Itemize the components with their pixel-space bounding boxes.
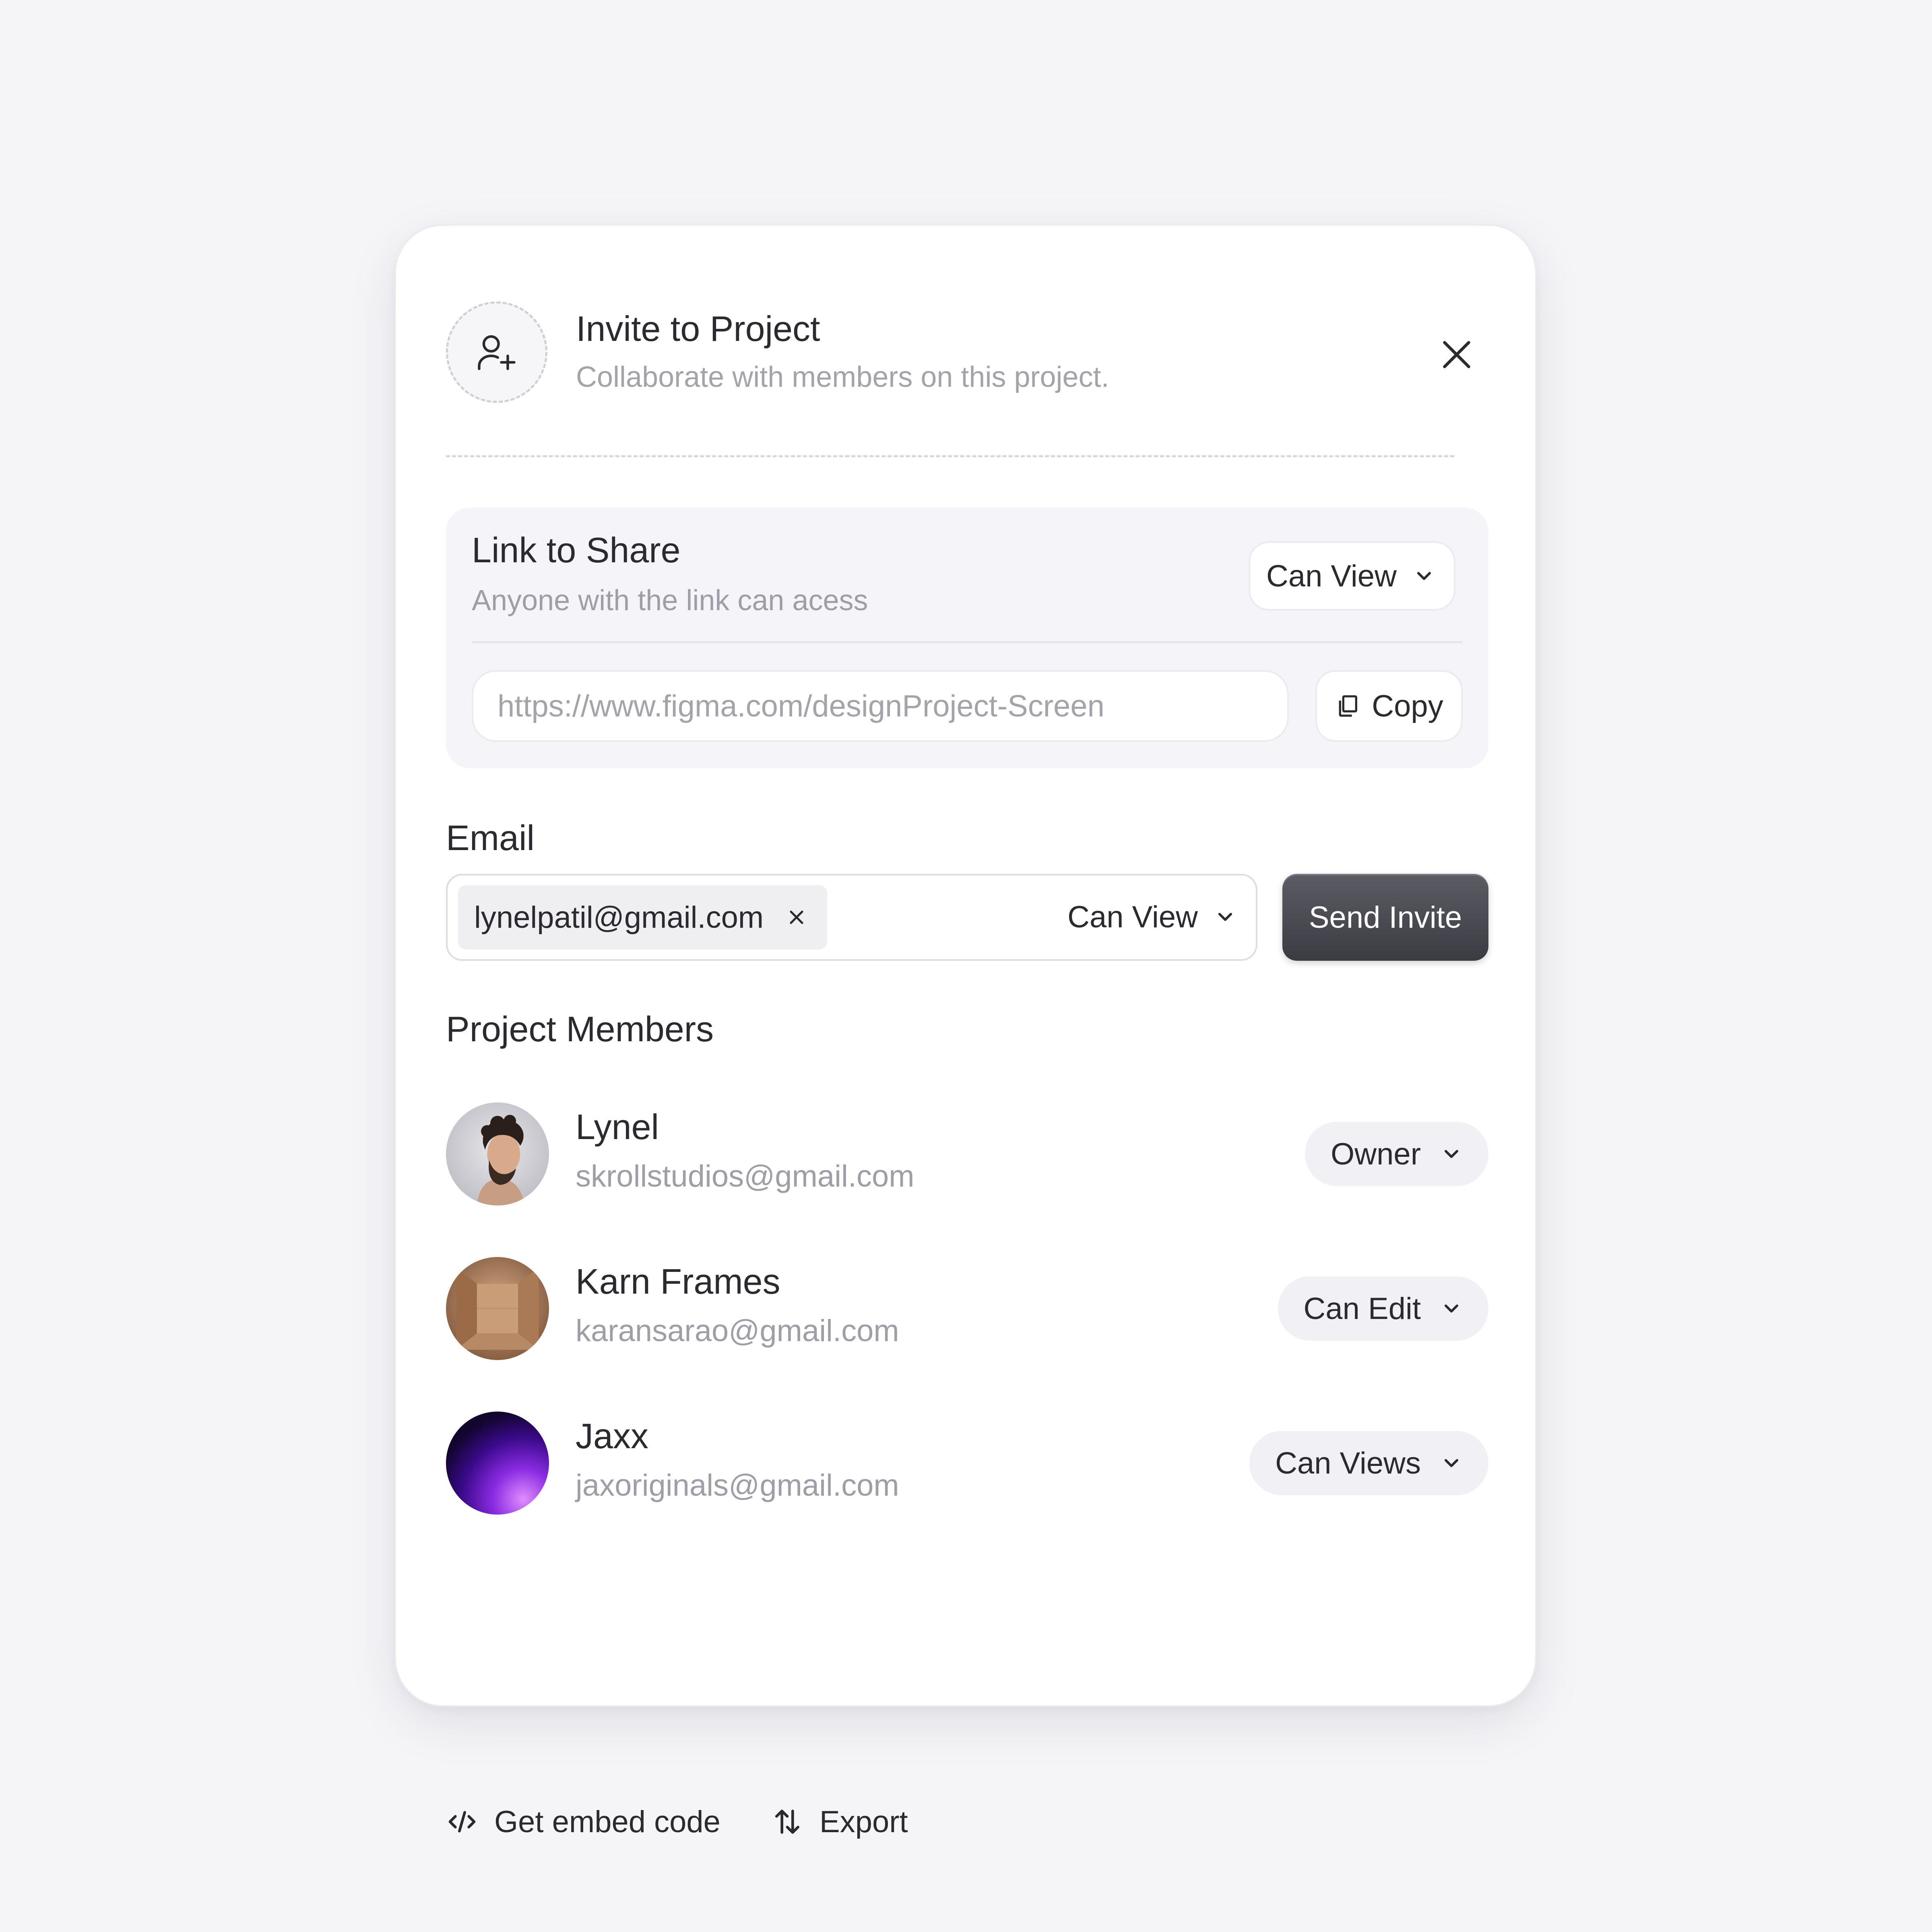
chevron-down-icon: [1218, 912, 1232, 921]
email-chip: lynelpatil@gmail.com: [458, 885, 828, 949]
send-invite-button[interactable]: Send Invite: [1282, 874, 1488, 961]
user-plus-icon: [446, 301, 547, 403]
member-name: Lynel: [576, 1107, 659, 1147]
chevron-down-icon: [1444, 1150, 1459, 1158]
member-role-select[interactable]: Owner: [1305, 1122, 1488, 1186]
member-row: Karn Frames karansarao@gmail.com Can Edi…: [446, 1257, 1488, 1360]
email-permission-select[interactable]: Can View: [1067, 895, 1236, 939]
share-title: Link to Share: [472, 530, 681, 570]
member-email: jaxoriginals@gmail.com: [576, 1468, 899, 1503]
share-permission-value: Can View: [1266, 559, 1397, 593]
member-email: skrollstudios@gmail.com: [576, 1159, 914, 1193]
share-url-input[interactable]: [472, 670, 1289, 742]
invite-modal: Invite to Project Collaborate with membe…: [395, 225, 1536, 1839]
member-name: Jaxx: [576, 1416, 648, 1456]
avatar: [446, 1257, 549, 1360]
member-role-select[interactable]: Can Views: [1249, 1431, 1488, 1495]
export-button[interactable]: Export: [771, 1800, 908, 1844]
member-row: Jaxx jaxoriginals@gmail.com Can Views: [446, 1412, 1488, 1515]
member-email: karansarao@gmail.com: [576, 1314, 899, 1348]
chevron-down-icon: [1417, 572, 1431, 580]
member-row: Lynel skrollstudios@gmail.com Owner: [446, 1102, 1488, 1205]
member-role-value: Can Edit: [1303, 1291, 1421, 1326]
embed-label: Get embed code: [494, 1804, 720, 1839]
member-role-value: Can Views: [1275, 1446, 1421, 1480]
chevron-down-icon: [1444, 1459, 1459, 1468]
avatar: [446, 1412, 549, 1515]
code-icon: [448, 1811, 476, 1833]
email-label: Email: [446, 818, 535, 858]
remove-chip-icon[interactable]: [785, 906, 808, 929]
header-divider: [446, 455, 1454, 457]
modal-title: Invite to Project: [576, 309, 820, 349]
email-chip-value: lynelpatil@gmail.com: [474, 900, 764, 935]
copy-button[interactable]: Copy: [1315, 670, 1463, 742]
copy-icon: [1339, 695, 1358, 717]
get-embed-code-button[interactable]: Get embed code: [446, 1800, 720, 1844]
share-subtitle: Anyone with the link can acess: [472, 584, 868, 617]
email-permission-value: Can View: [1067, 900, 1198, 934]
page-background: Invite to Project Collaborate with membe…: [0, 0, 1932, 1932]
member-role-select[interactable]: Can Edit: [1278, 1276, 1488, 1341]
email-field[interactable]: lynelpatil@gmail.com Can View: [446, 874, 1257, 961]
member-name: Karn Frames: [576, 1261, 780, 1301]
close-button[interactable]: [1432, 330, 1481, 379]
sort-arrows-icon: [775, 1810, 799, 1834]
share-permission-select[interactable]: Can View: [1249, 541, 1455, 611]
member-role-value: Owner: [1331, 1137, 1421, 1171]
avatar: [446, 1102, 549, 1205]
chevron-down-icon: [1444, 1304, 1459, 1313]
modal-subtitle: Collaborate with members on this project…: [576, 361, 1109, 393]
members-title: Project Members: [446, 1009, 714, 1049]
close-icon: [1443, 341, 1470, 368]
share-link-panel: Link to Share Anyone with the link can a…: [446, 508, 1488, 768]
copy-label: Copy: [1372, 689, 1443, 723]
share-divider: [472, 641, 1463, 643]
export-label: Export: [819, 1804, 908, 1839]
